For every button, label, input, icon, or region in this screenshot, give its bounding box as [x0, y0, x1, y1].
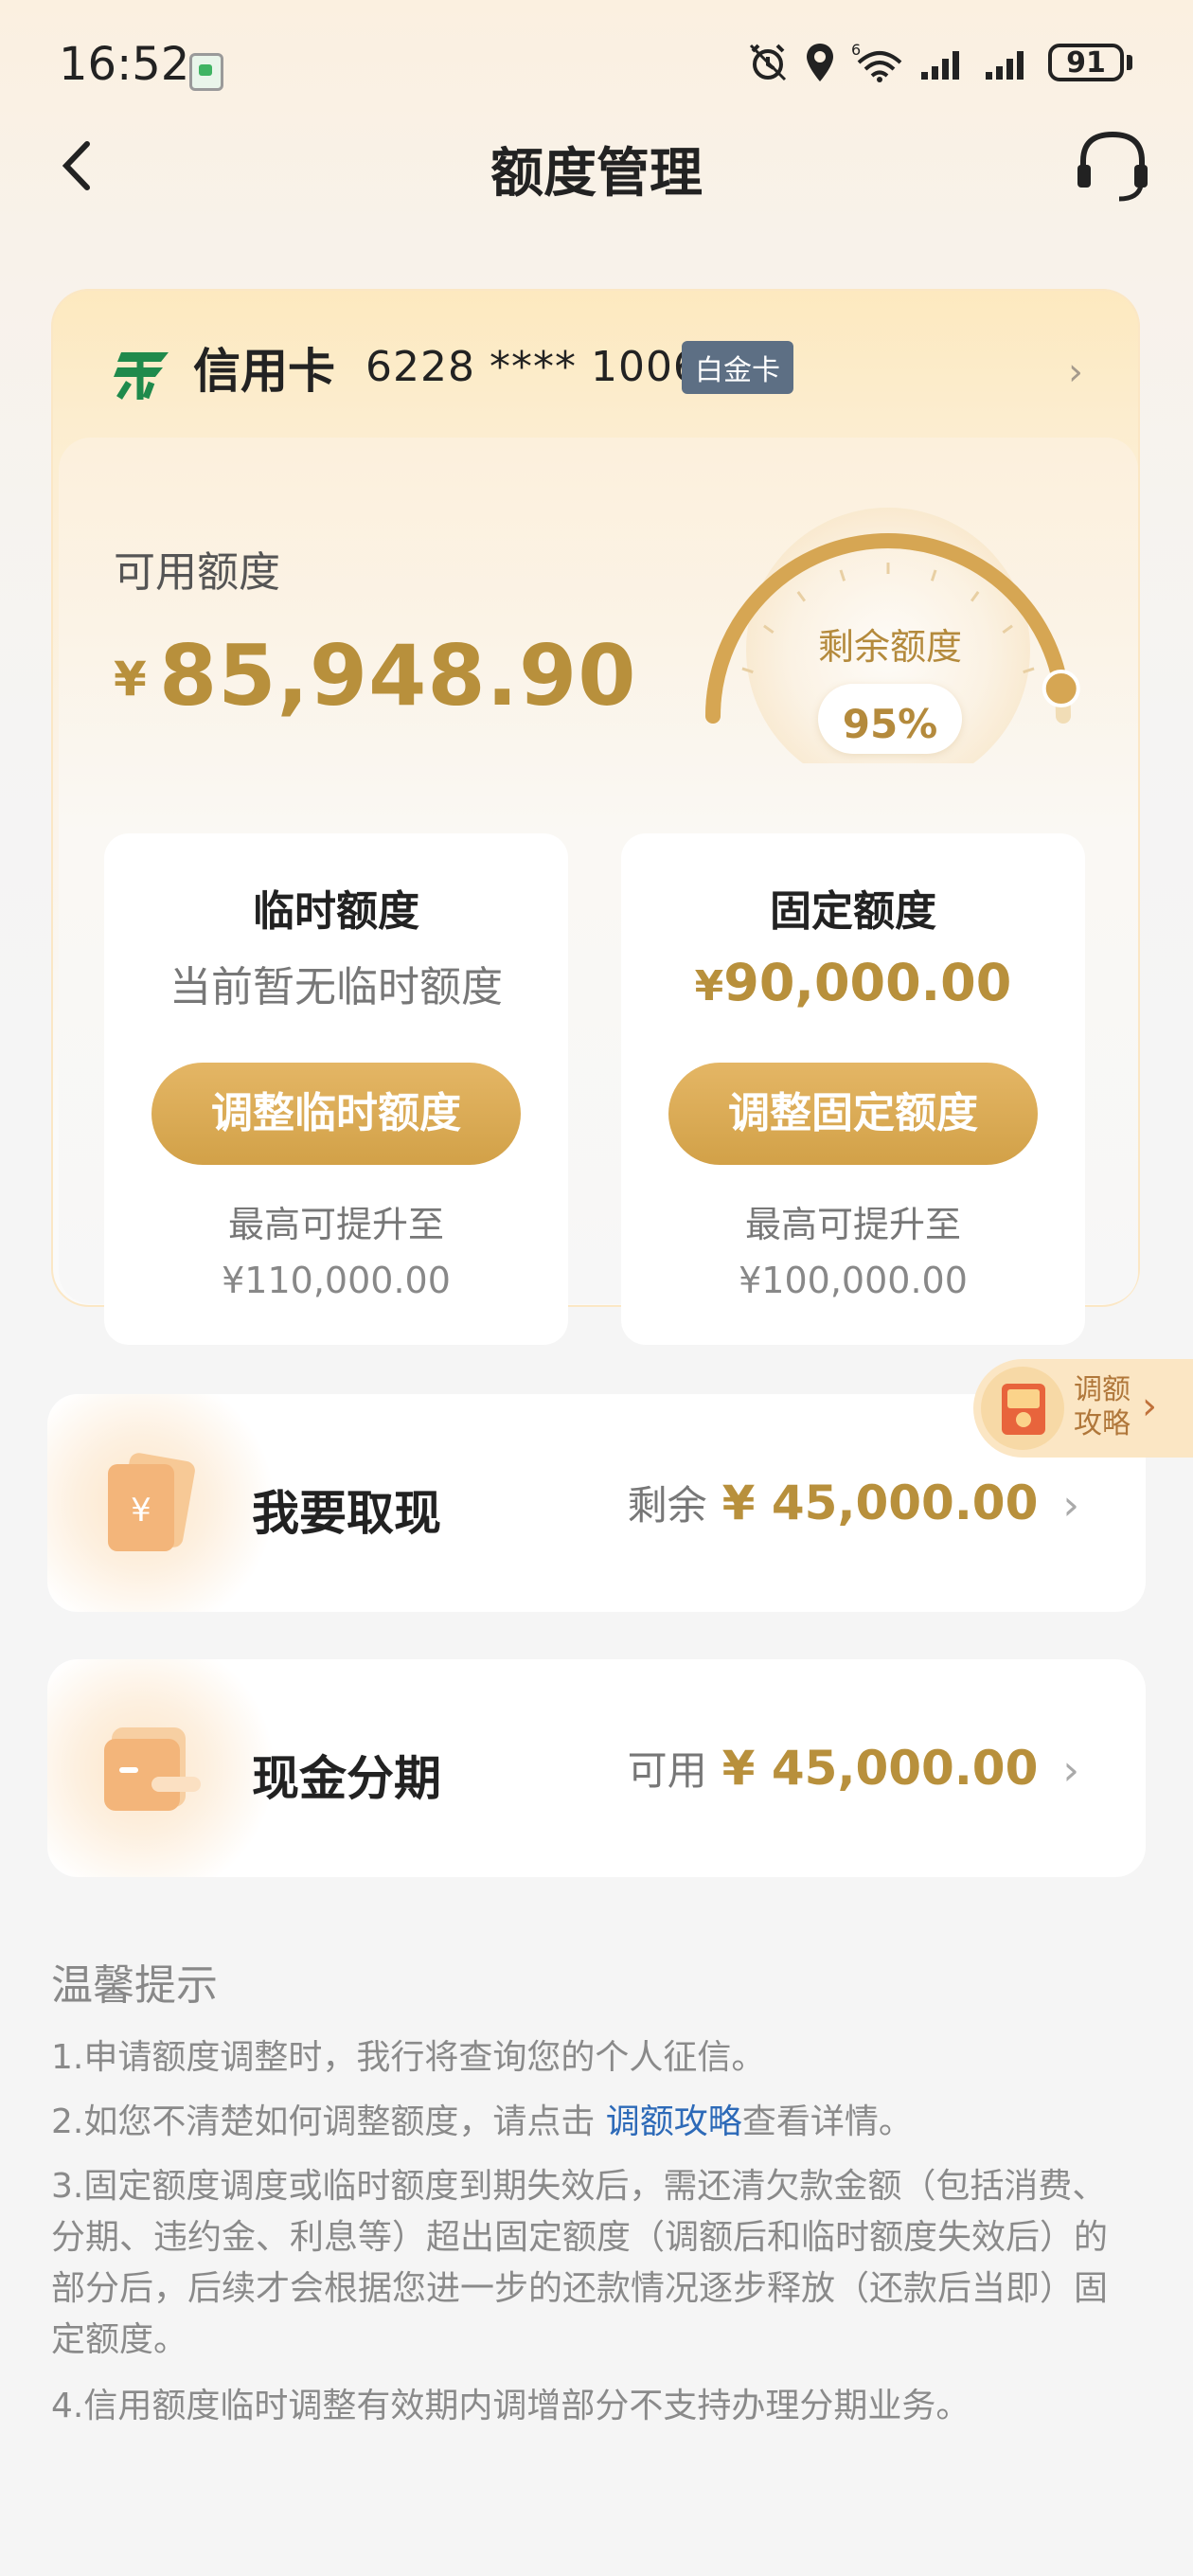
strategy-book-icon [981, 1367, 1064, 1450]
tip-2: 2.如您不清楚如何调整额度，请点击 调额攻略查看详情。 [51, 2097, 1131, 2148]
cash-withdrawal-prefix: 剩余 [627, 1482, 707, 1529]
chevron-right-icon: › [1062, 1481, 1079, 1530]
battery-tip [1127, 55, 1132, 70]
cash-withdrawal-value: ¥ 45,000.00 [721, 1476, 1039, 1530]
available-credit-currency: ¥ [114, 652, 147, 707]
cash-withdrawal-balance: 剩余 ¥ 45,000.00 › [628, 1474, 1079, 1531]
tip-4: 4.信用额度临时调整有效期内调增部分不支持办理分期业务。 [51, 2387, 970, 2425]
cash-installment-prefix: 可用 [627, 1747, 707, 1794]
available-credit-amount: 85,948.90 [159, 627, 637, 724]
signal-icon-2 [986, 51, 1024, 80]
cash-withdrawal-label: 我要取现 [252, 1486, 441, 1541]
cash-installment-value: ¥ 45,000.00 [721, 1741, 1039, 1796]
tip-1: 1.申请额度调整时，我行将查询您的个人征信。 [51, 2038, 766, 2077]
fixed-credit-value-group: ¥90,000.00 [621, 953, 1085, 1012]
chevron-right-icon: › [1142, 1385, 1157, 1428]
tip-2-text-b: 查看详情。 [741, 2102, 913, 2141]
fixed-credit-title: 固定额度 [770, 887, 936, 936]
wifi-icon: 6 [851, 42, 902, 82]
customer-service-button[interactable] [1070, 123, 1155, 208]
cash-installment-balance: 可用 ¥ 45,000.00 › [628, 1739, 1079, 1797]
notification-app-icon [189, 53, 223, 91]
temporary-max-value: ¥110,000.00 [222, 1260, 451, 1301]
available-credit-label: 可用额度 [114, 548, 280, 597]
card-type: 信用卡 [193, 344, 335, 399]
adjust-fixed-credit-button[interactable]: 调整固定额度 [668, 1063, 1038, 1165]
strategy-label: 调额 攻略 [1074, 1373, 1149, 1441]
cash-icon: ¥ [108, 1453, 195, 1551]
tips-title: 温馨提示 [51, 1961, 218, 2010]
fixed-credit-currency: ¥ [694, 962, 724, 1011]
fixed-max-value: ¥100,000.00 [739, 1260, 968, 1301]
strategy-label-line2: 攻略 [1074, 1407, 1131, 1440]
card-number: 6228 **** 1006 [365, 343, 701, 391]
wifi-gen-label: 6 [851, 42, 861, 59]
status-time: 16:52 [59, 38, 190, 91]
temporary-max-label: 最高可提升至 [227, 1204, 444, 1245]
battery-level: 91 [1048, 44, 1124, 81]
svg-text:¥: ¥ [131, 1492, 151, 1530]
temporary-credit-status: 当前暂无临时额度 [169, 963, 503, 1011]
gauge-knob [1042, 670, 1080, 708]
bank-logo-icon [114, 352, 169, 400]
battery-indicator: 91 [1048, 44, 1132, 81]
fixed-max-label: 最高可提升至 [744, 1204, 961, 1245]
cash-installment-label: 现金分期 [252, 1751, 441, 1806]
gauge-value: 95% [842, 701, 938, 747]
temporary-credit-title: 临时额度 [253, 887, 419, 936]
chevron-right-icon: › [1068, 350, 1083, 394]
tip-2-text-a: 2.如您不清楚如何调整额度，请点击 [51, 2102, 606, 2141]
gauge-label: 剩余额度 [817, 626, 962, 668]
signal-icon-1 [921, 51, 959, 80]
alarm-icon [749, 44, 787, 81]
fixed-credit-value: 90,000.00 [723, 953, 1012, 1012]
tip-3: 3.固定额度调度或临时额度到期失效后，需还清欠款金额（包括消费、分期、违约金、利… [51, 2167, 1109, 2359]
cash-installment-row[interactable]: 现金分期 可用 ¥ 45,000.00 › [47, 1659, 1146, 1877]
page-title: 额度管理 [490, 143, 703, 205]
wallet-icon [104, 1727, 201, 1811]
status-icons: 6 91 [747, 42, 1132, 83]
credit-strategy-link[interactable]: 调额攻略 [606, 2102, 742, 2141]
card-tier-badge: 白金卡 [682, 341, 793, 394]
headset-icon [1077, 131, 1148, 202]
adjust-temporary-credit-button[interactable]: 调整临时额度 [151, 1063, 521, 1165]
location-icon [807, 44, 833, 81]
chevron-right-icon: › [1062, 1746, 1079, 1795]
strategy-label-line1: 调额 [1074, 1373, 1131, 1406]
